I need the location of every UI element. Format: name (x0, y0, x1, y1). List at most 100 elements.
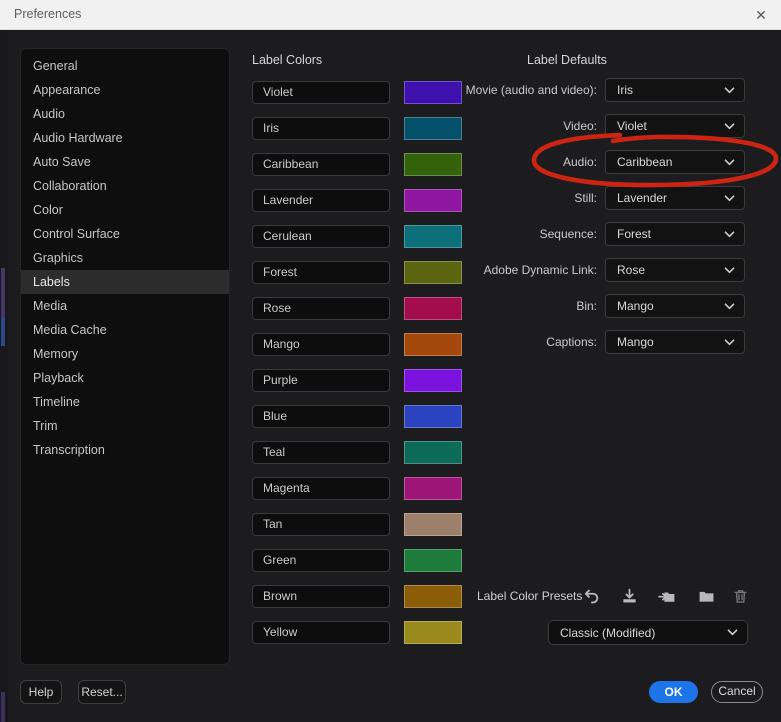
delete-icon[interactable] (729, 585, 751, 607)
ok-button[interactable]: OK (649, 681, 698, 703)
label-color-row: Green (252, 549, 464, 585)
sidebar-item-graphics[interactable]: Graphics (21, 246, 229, 270)
label-name-field[interactable]: Mango (252, 333, 390, 356)
sidebar-item-transcription[interactable]: Transcription (21, 438, 229, 462)
default-dropdown-bin[interactable]: Mango (605, 294, 745, 318)
label-color-row: Mango (252, 333, 464, 369)
sidebar-item-playback[interactable]: Playback (21, 366, 229, 390)
sidebar-item-timeline[interactable]: Timeline (21, 390, 229, 414)
label-name-field[interactable]: Tan (252, 513, 390, 536)
color-swatch[interactable] (404, 333, 462, 356)
default-row-label: Bin: (576, 299, 597, 313)
label-name-field[interactable]: Magenta (252, 477, 390, 500)
label-name-field[interactable]: Violet (252, 81, 390, 104)
dropdown-value: Caribbean (617, 155, 673, 169)
sidebar-item-audio[interactable]: Audio (21, 102, 229, 126)
preferences-window: Preferences ✕ General Appearance Audio Audi… (0, 0, 781, 722)
background-fragment (1, 692, 5, 722)
default-row-label: Still: (574, 191, 597, 205)
color-swatch[interactable] (404, 81, 462, 104)
chevron-down-icon (724, 158, 735, 166)
label-color-row: Cerulean (252, 225, 464, 261)
default-row-label: Captions: (546, 335, 597, 349)
default-dropdown-movie-audio-and-video[interactable]: Iris (605, 78, 745, 102)
label-color-row: Purple (252, 369, 464, 405)
dropdown-value: Violet (617, 119, 647, 133)
label-name-field[interactable]: Iris (252, 117, 390, 140)
label-color-row: Iris (252, 117, 464, 153)
default-dropdown-video[interactable]: Violet (605, 114, 745, 138)
color-swatch[interactable] (404, 297, 462, 320)
default-dropdown-audio[interactable]: Caribbean (605, 150, 745, 174)
label-default-row: Video: Violet (470, 114, 747, 150)
import-preset-icon[interactable] (656, 585, 678, 607)
help-button[interactable]: Help (20, 680, 62, 704)
label-name-field[interactable]: Blue (252, 405, 390, 428)
save-preset-icon[interactable] (618, 585, 640, 607)
label-colors-heading: Label Colors (252, 53, 323, 67)
color-swatch[interactable] (404, 513, 462, 536)
sidebar-item-collaboration[interactable]: Collaboration (21, 174, 229, 198)
label-name-field[interactable]: Yellow (252, 621, 390, 644)
sidebar-item-auto-save[interactable]: Auto Save (21, 150, 229, 174)
dropdown-value: Rose (617, 263, 646, 277)
chevron-down-icon (724, 230, 735, 238)
chevron-down-icon (724, 302, 735, 310)
chevron-down-icon (727, 629, 738, 636)
sidebar-item-trim[interactable]: Trim (21, 414, 229, 438)
label-color-row: Magenta (252, 477, 464, 513)
sidebar-item-general[interactable]: General (21, 54, 229, 78)
default-dropdown-adobe-dynamic-link[interactable]: Rose (605, 258, 745, 282)
label-name-field[interactable]: Caribbean (252, 153, 390, 176)
sidebar-item-media-cache[interactable]: Media Cache (21, 318, 229, 342)
folder-icon[interactable] (695, 585, 717, 607)
sidebar-item-labels[interactable]: Labels (21, 270, 229, 294)
color-swatch[interactable] (404, 225, 462, 248)
label-name-field[interactable]: Rose (252, 297, 390, 320)
sidebar-item-color[interactable]: Color (21, 198, 229, 222)
cancel-button[interactable]: Cancel (711, 681, 763, 703)
label-default-row: Sequence: Forest (470, 222, 747, 258)
color-swatch[interactable] (404, 405, 462, 428)
label-name-field[interactable]: Forest (252, 261, 390, 284)
label-name-field[interactable]: Brown (252, 585, 390, 608)
sidebar-item-memory[interactable]: Memory (21, 342, 229, 366)
label-color-row: Teal (252, 441, 464, 477)
color-swatch[interactable] (404, 549, 462, 572)
default-dropdown-sequence[interactable]: Forest (605, 222, 745, 246)
label-name-field[interactable]: Teal (252, 441, 390, 464)
color-swatch[interactable] (404, 369, 462, 392)
label-defaults-heading: Label Defaults (527, 53, 607, 67)
color-swatch[interactable] (404, 261, 462, 284)
sidebar-item-appearance[interactable]: Appearance (21, 78, 229, 102)
default-dropdown-captions[interactable]: Mango (605, 330, 745, 354)
label-color-row: Blue (252, 405, 464, 441)
color-swatch[interactable] (404, 585, 462, 608)
label-name-field[interactable]: Green (252, 549, 390, 572)
dropdown-value: Mango (617, 299, 654, 313)
color-swatch[interactable] (404, 189, 462, 212)
color-swatch[interactable] (404, 621, 462, 644)
sidebar-item-audio-hardware[interactable]: Audio Hardware (21, 126, 229, 150)
color-swatch[interactable] (404, 153, 462, 176)
default-dropdown-still[interactable]: Lavender (605, 186, 745, 210)
preset-dropdown-value: Classic (Modified) (560, 625, 656, 640)
preset-dropdown[interactable]: Classic (Modified) (548, 620, 748, 645)
label-color-row: Rose (252, 297, 464, 333)
dropdown-value: Mango (617, 335, 654, 349)
color-swatch[interactable] (404, 477, 462, 500)
label-name-field[interactable]: Cerulean (252, 225, 390, 248)
close-icon[interactable]: ✕ (751, 5, 771, 25)
color-swatch[interactable] (404, 441, 462, 464)
label-default-row: Adobe Dynamic Link: Rose (470, 258, 747, 294)
label-color-row: Brown (252, 585, 464, 621)
label-name-field[interactable]: Lavender (252, 189, 390, 212)
sidebar-item-control-surface[interactable]: Control Surface (21, 222, 229, 246)
label-name-field[interactable]: Purple (252, 369, 390, 392)
reset-button[interactable]: Reset... (78, 680, 126, 704)
undo-icon[interactable] (580, 585, 602, 607)
background-fragment (1, 268, 5, 318)
color-swatch[interactable] (404, 117, 462, 140)
sidebar-item-media[interactable]: Media (21, 294, 229, 318)
label-color-row: Caribbean (252, 153, 464, 189)
